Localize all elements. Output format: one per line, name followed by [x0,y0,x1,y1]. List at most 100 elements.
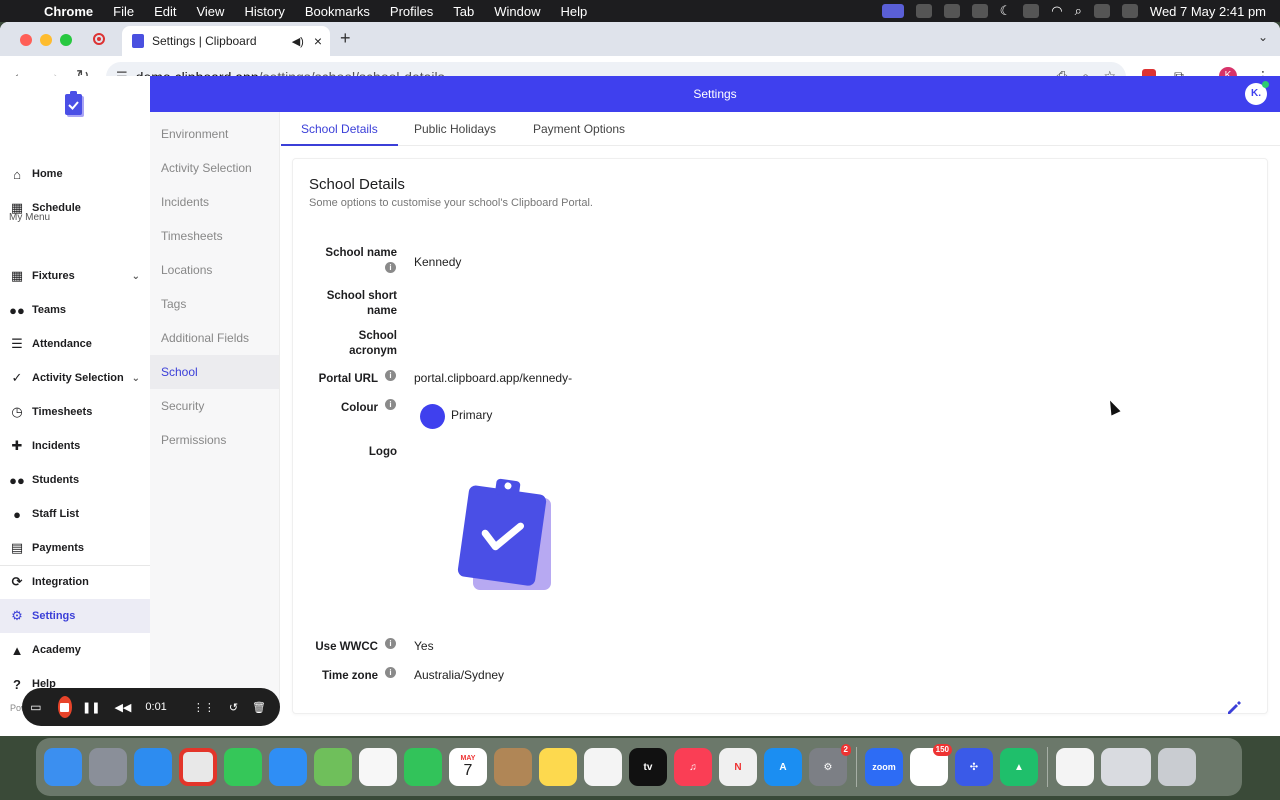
chevron-down-icon[interactable]: ⌄ [132,373,140,384]
sidebar-item-fixtures[interactable]: ▦ Fixtures ⌄ [0,259,150,293]
perplexity-icon[interactable]: ✣ [955,748,993,786]
trash-icon[interactable]: 🗑 [252,701,266,714]
maximize-window-button[interactable] [60,34,72,46]
apple-tv-icon[interactable]: tv [629,748,667,786]
menu-edit[interactable]: Edit [154,4,176,19]
tab-public-holidays[interactable]: Public Holidays [394,112,516,146]
settings-item-environment[interactable]: Environment [150,117,279,151]
screen-record-icon[interactable] [881,4,904,18]
stop-recording-button[interactable] [57,696,73,718]
sidebar-item-teams[interactable]: ●● Teams [0,293,150,327]
sidebar-item-incidents[interactable]: ✚ Incidents [0,429,150,463]
chrome-icon[interactable] [179,748,217,786]
mail-icon[interactable] [269,748,307,786]
settings-item-tags[interactable]: Tags [150,287,279,321]
menu-profiles[interactable]: Profiles [390,4,433,19]
settings-item-timesheets[interactable]: Timesheets [150,219,279,253]
browser-tab-settings[interactable]: Settings | Clipboard ◀) × [122,26,330,56]
info-icon[interactable]: i [385,638,396,649]
close-tab-icon[interactable]: × [314,33,322,49]
sidebar-item-integration[interactable]: ⟳ Integration [0,565,150,599]
settings-item-permissions[interactable]: Permissions [150,423,279,457]
info-icon[interactable]: i [385,262,396,273]
photos-icon[interactable] [359,748,397,786]
info-icon[interactable]: i [385,667,396,678]
system-settings-icon[interactable]: ⚙ 2 [809,744,851,786]
rewind-icon[interactable]: ◀◀ [114,701,131,714]
close-window-button[interactable] [20,34,32,46]
finder-icon[interactable] [44,748,82,786]
settings-item-activity-selection[interactable]: Activity Selection [150,151,279,185]
sidebar-item-settings[interactable]: ⚙ Settings [0,599,150,633]
chevron-down-icon[interactable]: ⌄ [132,271,140,282]
tab-school-details[interactable]: School Details [281,112,398,146]
music-icon[interactable]: ♫ [674,748,712,786]
app-store-icon[interactable]: A [764,748,802,786]
colour-swatch[interactable] [420,404,445,429]
safari-icon[interactable] [134,748,172,786]
notes-icon[interactable] [539,748,577,786]
school-logo-image[interactable] [455,476,555,594]
facetime-icon[interactable] [404,748,442,786]
sidebar-item-academy[interactable]: ▲ Academy [0,633,150,667]
speaker-icon[interactable]: ◀) [292,35,304,48]
maps-icon[interactable] [314,748,352,786]
sidebar-item-activity-selection[interactable]: ✓ Activity Selection ⌄ [0,361,150,395]
butterfly-icon[interactable] [971,4,988,18]
tab-search-chevron-icon[interactable]: ⌄ [1258,30,1268,44]
siri-icon[interactable] [1121,4,1138,18]
sidebar-item-attendance[interactable]: ☰ Attendance [0,327,150,361]
trash-bin-icon[interactable] [1158,748,1196,786]
launchpad-icon[interactable] [89,748,127,786]
edit-pencil-icon[interactable] [1226,700,1242,716]
menubar-clock[interactable]: Wed 7 May 2:41 pm [1150,4,1266,19]
settings-item-incidents[interactable]: Incidents [150,185,279,219]
minimize-window-button[interactable] [40,34,52,46]
sidebar-item-students[interactable]: ●● Students [0,463,150,497]
news-icon[interactable]: N [719,748,757,786]
menu-app-name[interactable]: Chrome [44,4,93,19]
menu-window[interactable]: Window [494,4,540,19]
restart-icon[interactable]: ↺ [229,701,238,714]
messages-icon[interactable] [224,748,262,786]
freeform-icon[interactable] [584,748,622,786]
search-icon[interactable]: ⌕ [1075,3,1082,19]
user-avatar[interactable]: K. [1245,81,1269,105]
calendar-app-icon[interactable]: MAY 7 [449,748,487,786]
menu-tab[interactable]: Tab [453,4,474,19]
recent-window-icon[interactable] [1101,748,1151,786]
moon-icon[interactable]: ☾ [1000,3,1012,19]
zoom-app-icon[interactable]: zoom [865,748,903,786]
menu-file[interactable]: File [113,4,134,19]
menu-help[interactable]: Help [561,4,588,19]
sidebar-item-payments[interactable]: ▤ Payments [0,531,150,565]
zoom-status-icon[interactable] [915,4,932,18]
sidebar-item-home[interactable]: ⌂ Home [0,157,150,191]
wifi-icon[interactable]: ◠ [1051,3,1062,19]
recording-tab-icon[interactable] [93,33,105,45]
menu-bookmarks[interactable]: Bookmarks [305,4,370,19]
pause-icon[interactable]: ❚❚ [82,701,100,714]
app-status-icon[interactable] [943,4,960,18]
sidebar-item-timesheets[interactable]: ◷ Timesheets [0,395,150,429]
menu-history[interactable]: History [244,4,284,19]
tab-payment-options[interactable]: Payment Options [513,112,645,146]
new-tab-button[interactable]: + [340,28,351,49]
slack-icon[interactable]: 150 [910,744,952,786]
settings-item-security[interactable]: Security [150,389,279,423]
control-center-icon[interactable] [1093,4,1110,18]
menu-view[interactable]: View [196,4,224,19]
recent-document-icon[interactable] [1056,748,1094,786]
contacts-icon[interactable] [494,748,532,786]
clock-icon: ◷ [11,404,23,419]
info-icon[interactable]: i [385,370,396,381]
camera-icon[interactable]: ▭ [30,700,42,714]
settings-item-school[interactable]: School [150,355,279,389]
battery-icon[interactable] [1023,4,1040,18]
info-icon[interactable]: i [385,399,396,410]
settings-item-additional-fields[interactable]: Additional Fields [150,321,279,355]
sidebar-item-staff-list[interactable]: ● Staff List [0,497,150,531]
arc-app-icon[interactable]: ▲ [1000,748,1038,786]
settings-item-locations[interactable]: Locations [150,253,279,287]
grid-icon[interactable]: ⋮⋮ [193,701,215,714]
